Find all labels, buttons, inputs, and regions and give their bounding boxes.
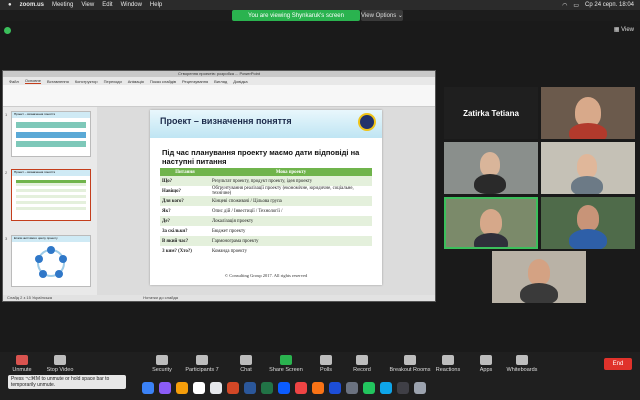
share-screen-button[interactable]: Share Screen	[264, 355, 308, 373]
word-icon[interactable]	[244, 382, 256, 394]
ppt-tab-file[interactable]: Файл	[9, 79, 19, 84]
table-row: Для кого? Кінцеві споживачі / Цільова гру…	[160, 196, 372, 206]
breakout-rooms-icon	[404, 355, 416, 365]
participant-tile-active-speaker[interactable]	[444, 197, 538, 249]
record-button[interactable]: Record	[340, 355, 384, 373]
ppt-tab-transitions[interactable]: Переходи	[104, 79, 122, 84]
security-shield-icon[interactable]	[4, 27, 11, 34]
share-banner: You are viewing Shynkaruk's screen	[232, 10, 360, 21]
zoom-icon[interactable]	[278, 382, 290, 394]
table-row: Де? Локалізація проекту	[160, 216, 372, 226]
people-icon	[196, 355, 208, 365]
company-logo-icon	[358, 113, 376, 131]
photos-icon[interactable]	[176, 382, 188, 394]
unmute-tooltip: Press ⌥⌘M to unmute or hold space bar to…	[8, 375, 126, 389]
apps-grid-icon	[480, 355, 492, 365]
slide-editing-area[interactable]: Проект – визначення поняття Під час план…	[97, 107, 435, 295]
record-icon	[356, 355, 368, 365]
menu-edit[interactable]: Edit	[102, 2, 112, 8]
microphone-muted-icon	[16, 355, 28, 365]
ppt-tab-animations[interactable]: Анімація	[128, 79, 144, 84]
excel-icon[interactable]	[261, 382, 273, 394]
firefox-icon[interactable]	[312, 382, 324, 394]
ppt-tab-design[interactable]: Конструктор	[75, 79, 98, 84]
ppt-tab-insert[interactable]: Вставлення	[47, 79, 69, 84]
slide-footer: © Consulting Group 2017. All rights rese…	[224, 273, 308, 278]
participant-tile-video[interactable]	[541, 87, 635, 139]
table-row: Як? Опис дій / Інвестиції / Технології /	[160, 206, 372, 216]
ppt-ribbon-tabs: Файл Основне Вставлення Конструктор Пере…	[3, 77, 435, 85]
smiley-icon	[442, 355, 454, 365]
table-row: Що? Результат проекту, продукт проекту, і…	[160, 176, 372, 186]
shared-powerpoint-window: Створення проектів: розробка ... PowerPo…	[2, 70, 436, 302]
stop-video-button[interactable]: Stop Video	[38, 355, 82, 373]
table-row: Навіщо? Обґрунтування реалізації проекту …	[160, 186, 372, 196]
participants-button[interactable]: Participants 7	[180, 355, 224, 373]
trash-icon[interactable]	[414, 382, 426, 394]
slide-question: Під час планування проекту маємо дати ві…	[162, 148, 360, 166]
ppt-tab-help[interactable]: Довідка	[233, 79, 247, 84]
slide-thumb-3[interactable]: 3 Етапи життєвого циклу проекту	[5, 235, 91, 287]
menu-view[interactable]: View	[81, 2, 94, 8]
table-row: За скільки? Бюджет проекту	[160, 226, 372, 236]
macos-menubar: ● zoom.us Meeting View Edit Window Help …	[0, 0, 640, 10]
cycle-diagram	[35, 246, 67, 278]
table-row: З ким? (Хто?) Команда проекту	[160, 246, 372, 256]
menu-meeting[interactable]: Meeting	[52, 2, 73, 8]
menu-help[interactable]: Help	[150, 2, 162, 8]
slide-header: Проект – визначення поняття	[150, 110, 382, 138]
launchpad-icon[interactable]	[159, 382, 171, 394]
music-icon[interactable]	[295, 382, 307, 394]
macos-dock	[138, 378, 608, 398]
ppt-status-bar: Слайд 2 з 15 Українська Нотатки до слайд…	[3, 295, 435, 301]
wifi-icon[interactable]: ◠	[562, 2, 567, 9]
whiteboards-button[interactable]: Whiteboards	[500, 355, 544, 373]
messages-icon[interactable]	[363, 382, 375, 394]
ppt-tab-home[interactable]: Основне	[24, 78, 41, 84]
chat-bubble-icon	[240, 355, 252, 365]
app-store-icon[interactable]	[329, 382, 341, 394]
table-header-question: Питання	[160, 168, 210, 176]
polls-icon	[320, 355, 332, 365]
participant-tile-video[interactable]	[444, 142, 538, 194]
current-slide[interactable]: Проект – визначення поняття Під час план…	[150, 110, 382, 285]
view-button[interactable]: ▦ View	[614, 26, 634, 33]
share-screen-icon	[280, 355, 292, 365]
shield-icon	[156, 355, 168, 365]
end-meeting-button[interactable]: End	[604, 358, 632, 370]
security-button[interactable]: Security	[140, 355, 184, 373]
apple-icon[interactable]: ●	[8, 2, 12, 8]
ppt-tab-review[interactable]: Рецензування	[182, 79, 208, 84]
participant-tile-video[interactable]	[492, 251, 586, 303]
ppt-tab-view[interactable]: Вигляд	[214, 79, 227, 84]
finder-icon[interactable]	[142, 382, 154, 394]
app-name[interactable]: zoom.us	[20, 2, 44, 8]
participants-count: 7	[215, 367, 219, 373]
telegram-icon[interactable]	[380, 382, 392, 394]
view-options-button[interactable]: View Options ⌄	[361, 10, 403, 21]
whiteboard-icon	[516, 355, 528, 365]
camera-icon	[54, 355, 66, 365]
calendar-icon[interactable]	[193, 382, 205, 394]
slide-thumb-1[interactable]: 1 Проект – визначення поняття	[5, 111, 91, 157]
settings-icon[interactable]	[346, 382, 358, 394]
slide-thumb-2[interactable]: 2 Проект – визначення поняття	[5, 169, 91, 221]
table-header-language: Мова проекту	[210, 168, 372, 176]
ppt-ribbon[interactable]	[3, 85, 435, 107]
chat-button[interactable]: Chat	[224, 355, 268, 373]
questions-table: Питання Мова проекту Що? Результат проект…	[160, 168, 372, 256]
participant-tile-video[interactable]	[541, 142, 635, 194]
clock[interactable]: Ср 24 серп. 18:04	[585, 2, 634, 9]
preview-icon[interactable]	[397, 382, 409, 394]
battery-icon[interactable]: ▭	[573, 2, 579, 9]
participant-tile-video[interactable]	[541, 197, 635, 249]
slide-thumbnails: 1 Проект – визначення поняття 2 Проект –…	[3, 107, 97, 295]
table-row: В який час? Гармонограма проекту	[160, 236, 372, 246]
menu-window[interactable]: Window	[121, 2, 142, 8]
slide-title: Проект – визначення поняття	[160, 116, 292, 126]
ppt-tab-slideshow[interactable]: Показ слайдів	[150, 79, 176, 84]
participant-tile-zatirka-tetiana[interactable]: Zatirka Tetiana	[444, 87, 538, 139]
powerpoint-icon[interactable]	[227, 382, 239, 394]
contacts-icon[interactable]	[210, 382, 222, 394]
